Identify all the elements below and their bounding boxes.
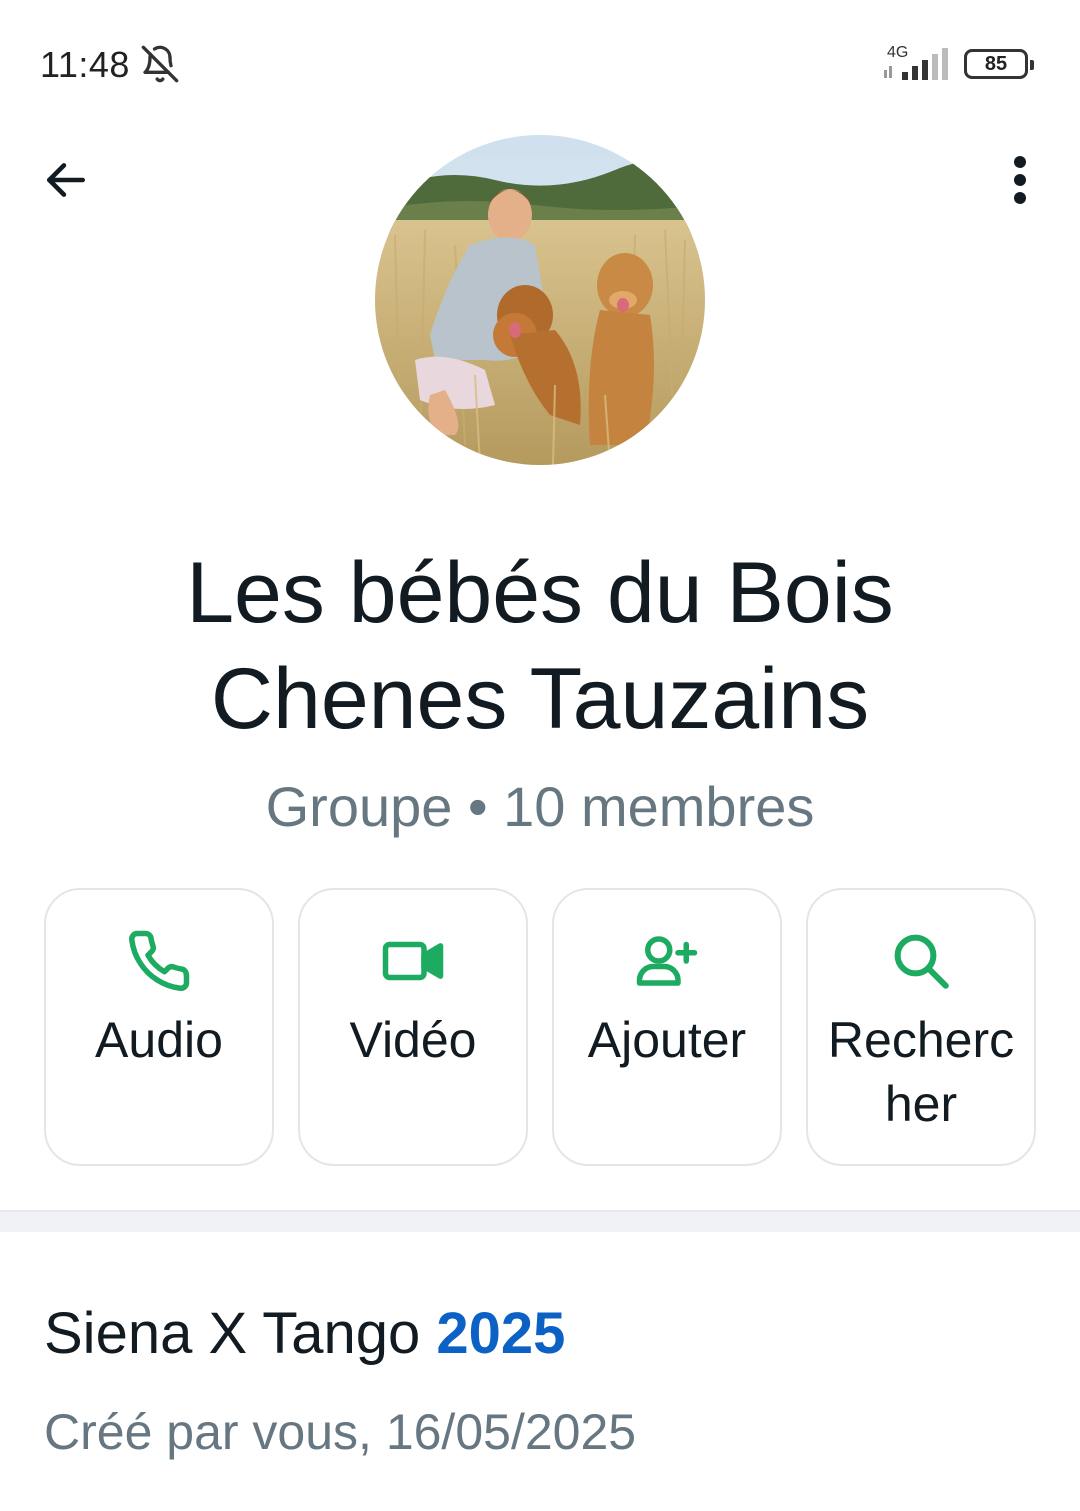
group-meta[interactable]: Groupe • 10 membres (60, 772, 1020, 842)
avatar-photo (375, 135, 705, 465)
bell-off-icon (141, 45, 179, 83)
back-button[interactable] (36, 150, 96, 210)
video-icon (382, 941, 444, 981)
created-info: Créé par vous, 16/05/2025 (44, 1404, 637, 1460)
group-description[interactable]: Siena X Tango 2025 (44, 1300, 565, 1368)
signal-icon (884, 48, 948, 80)
more-options-button[interactable] (990, 150, 1050, 210)
add-label: Ajouter (587, 1012, 747, 1068)
add-member-button[interactable]: Ajouter (552, 888, 782, 1166)
description-text: Siena X Tango (44, 1301, 437, 1366)
more-vertical-icon (1014, 156, 1026, 204)
battery-icon: 85 (964, 49, 1034, 79)
status-bar: 11:48 4G 85 (0, 0, 1080, 130)
section-divider (0, 1210, 1080, 1232)
search-button[interactable]: Rechercher (806, 888, 1036, 1166)
group-avatar[interactable] (375, 135, 705, 465)
status-time: 11:48 (40, 44, 130, 85)
battery-level: 85 (984, 53, 1008, 75)
search-label: Rechercher (827, 1012, 1015, 1132)
phone-icon (129, 930, 190, 991)
video-label: Vidéo (349, 1012, 477, 1068)
audio-label: Audio (95, 1012, 223, 1068)
video-call-button[interactable]: Vidéo (298, 888, 528, 1166)
audio-call-button[interactable]: Audio (44, 888, 274, 1166)
arrow-left-icon (47, 163, 85, 197)
group-name[interactable]: Les bébés du Bois Chenes Tauzains (60, 540, 1020, 752)
action-buttons: Audio Vidéo Ajouter Rechercher (44, 888, 1036, 1166)
add-person-icon (636, 936, 698, 986)
description-year: 2025 (436, 1301, 566, 1366)
search-icon (894, 934, 949, 989)
